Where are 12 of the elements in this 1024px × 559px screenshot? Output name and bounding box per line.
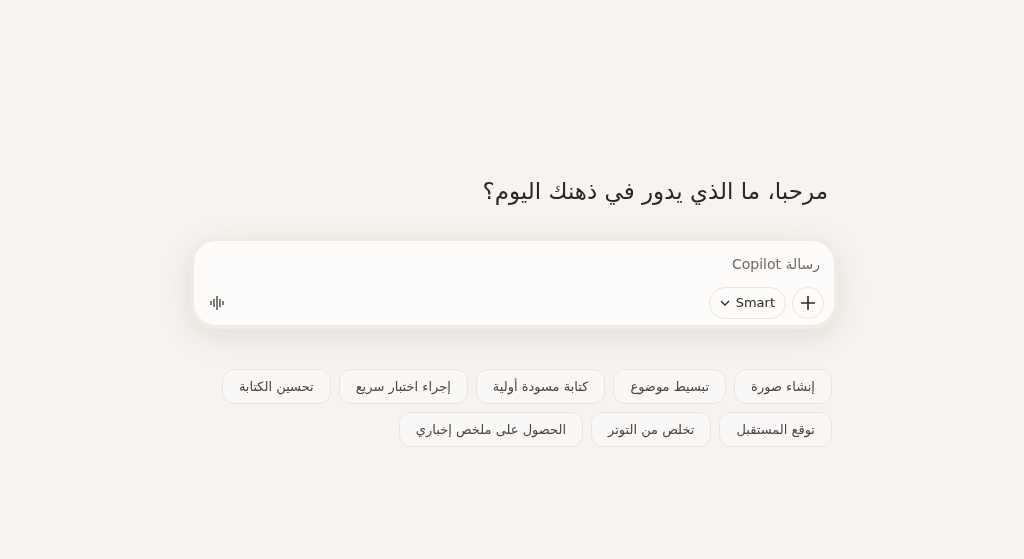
suggestion-chip[interactable]: الحصول على ملخص إخباري bbox=[398, 412, 584, 447]
heading: مرحبا، ما الذي يدور في ذهنك اليوم؟ bbox=[481, 177, 829, 207]
suggestion-chip[interactable]: تخلص من التوتر bbox=[591, 412, 712, 447]
suggestion-chip[interactable]: توقع المستقبل bbox=[719, 412, 832, 447]
suggestion-chip[interactable]: إنشاء صورة bbox=[734, 369, 832, 404]
waveform-icon bbox=[210, 296, 226, 310]
plus-icon bbox=[800, 295, 816, 311]
suggestion-chip[interactable]: كتابة مسودة أولية bbox=[475, 369, 606, 404]
chevron-down-icon bbox=[719, 300, 730, 306]
suggestion-chip[interactable]: تبسيط موضوع bbox=[613, 369, 727, 404]
suggestion-chip[interactable]: إجراء اختبار سريع bbox=[338, 369, 468, 404]
suggestion-chip[interactable]: تحسين الكتابة bbox=[221, 369, 331, 404]
